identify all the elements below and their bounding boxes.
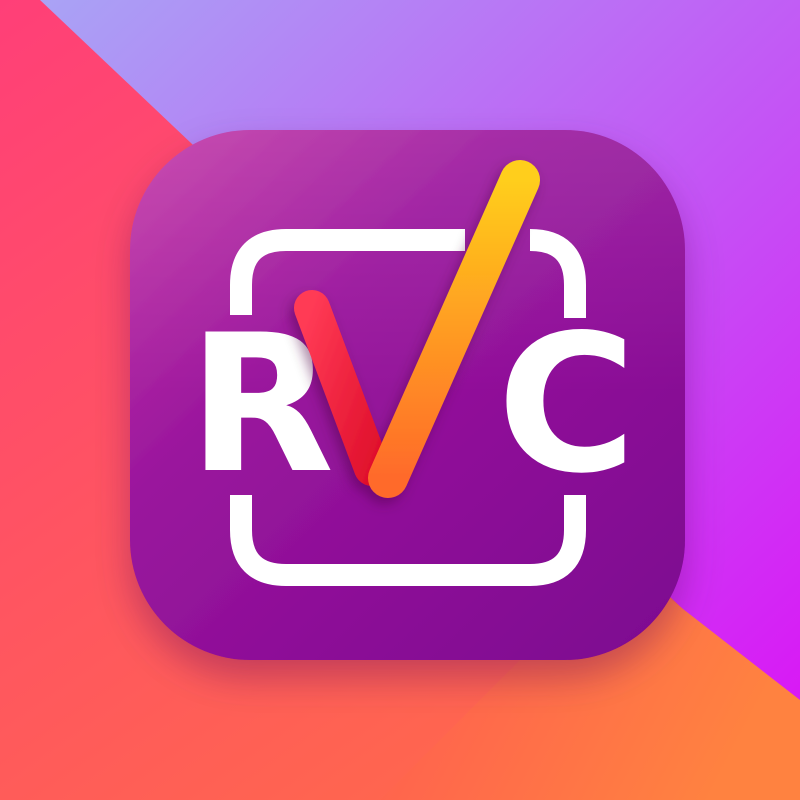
letter-c: C — [497, 294, 636, 515]
app-icon-svg: R C — [0, 0, 800, 800]
app-icon-artwork: R C — [0, 0, 800, 800]
